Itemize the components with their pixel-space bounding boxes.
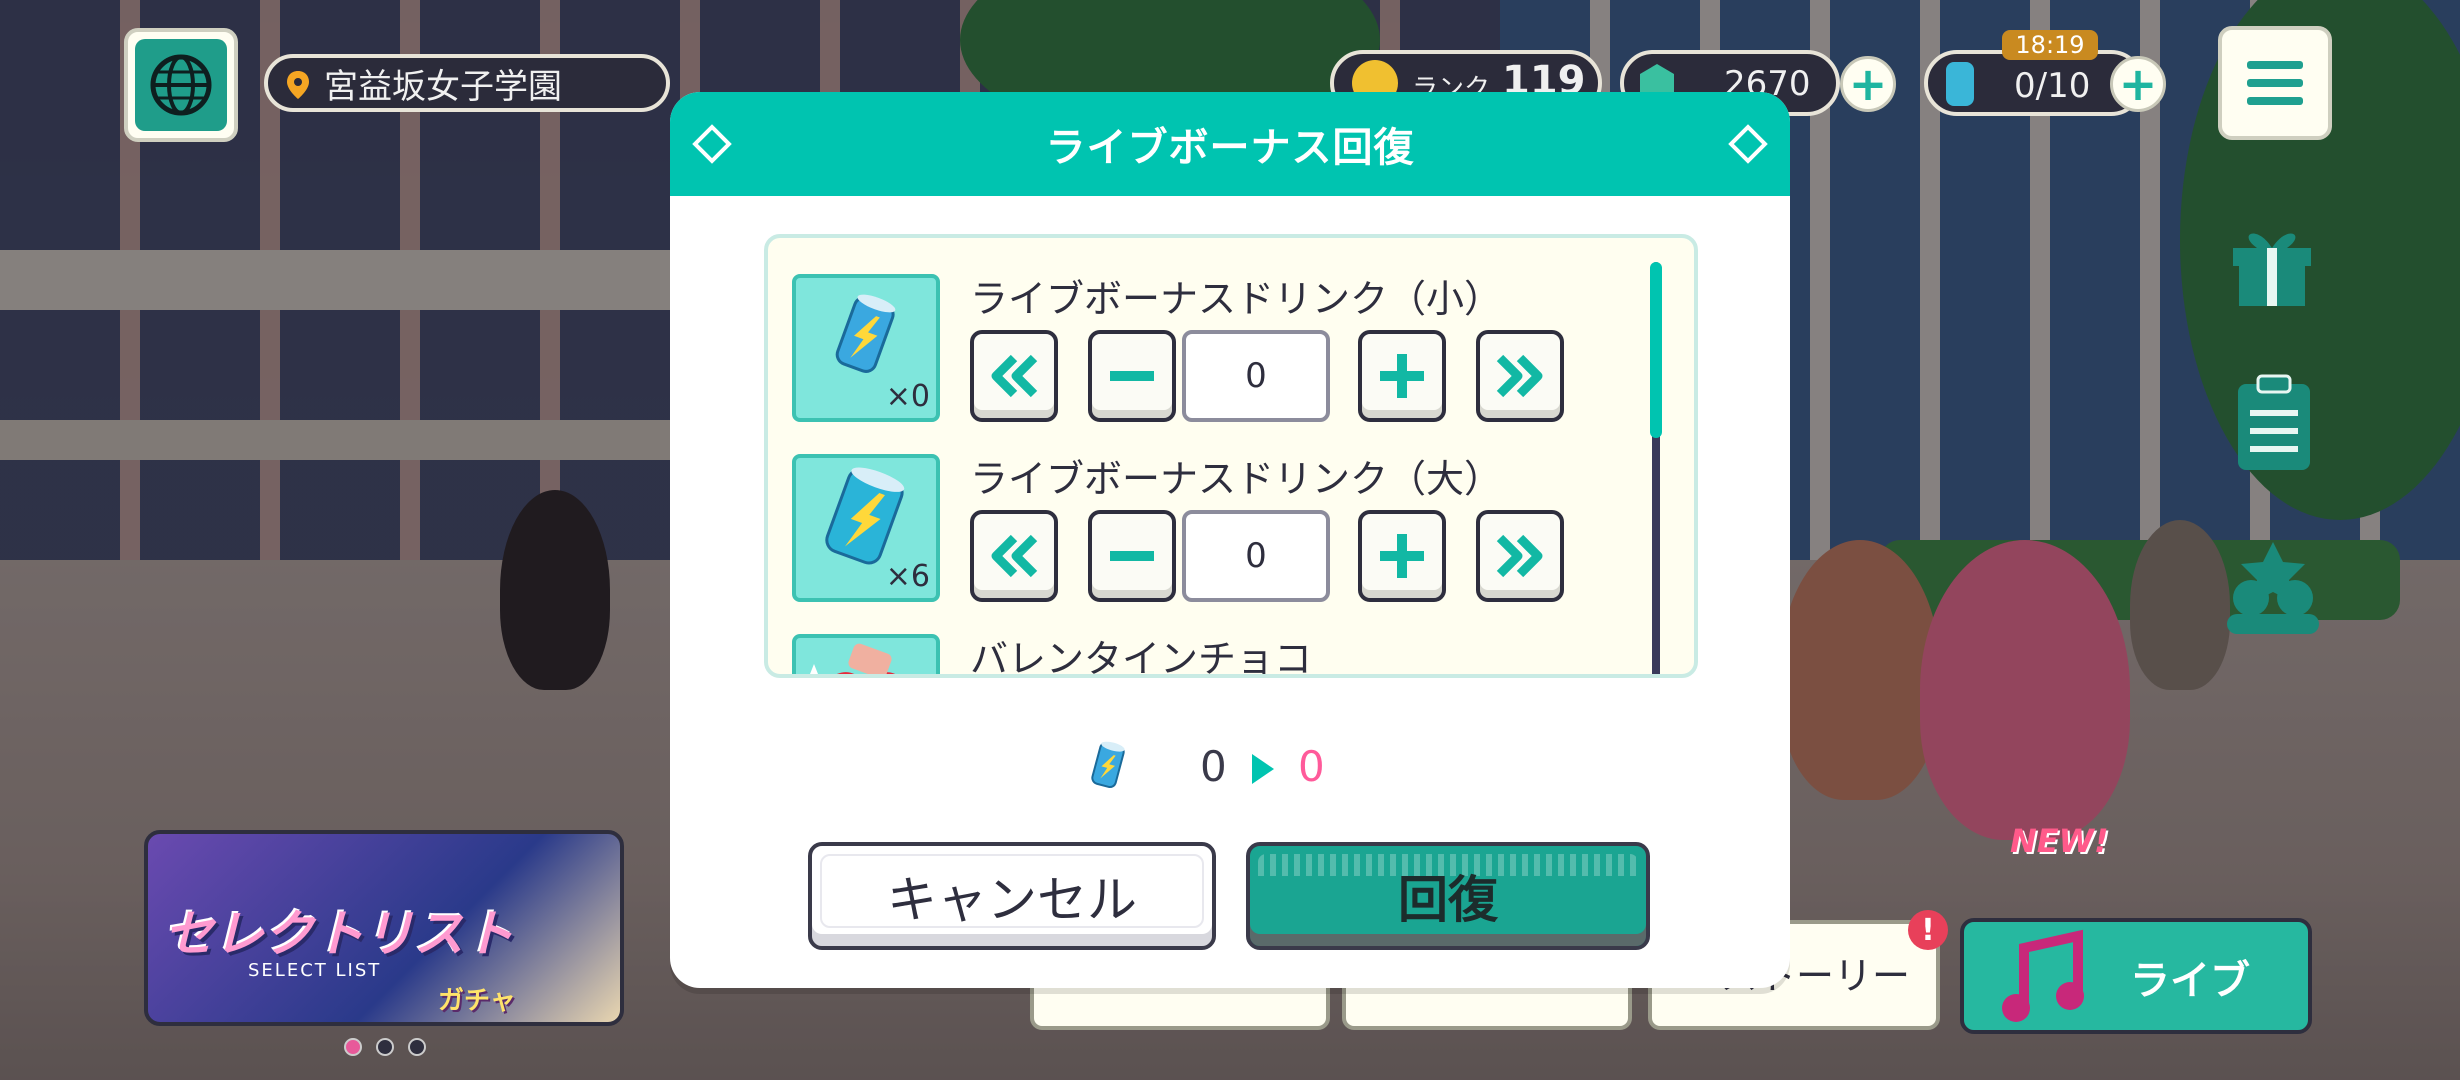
location-pin-icon	[287, 71, 309, 99]
max-quantity-button[interactable]	[1476, 330, 1564, 422]
double-chevron-left-icon	[991, 354, 1038, 398]
list-item: ×0 ライブボーナスドリンク（小） 0	[792, 274, 1632, 434]
increment-button[interactable]	[1358, 330, 1446, 422]
add-crystal-button[interactable]: +	[1840, 56, 1896, 112]
friends-icon	[2227, 542, 2319, 634]
decrement-button[interactable]	[1088, 330, 1176, 422]
location-name: 宮益坂女子学園	[324, 66, 562, 107]
add-bonus-button[interactable]: +	[2110, 56, 2166, 112]
banner-dot[interactable]	[408, 1038, 426, 1056]
present-box-button[interactable]	[2224, 214, 2320, 310]
live-bonus-count: 0/10	[2014, 66, 2091, 106]
item-thumbnail: ×0	[792, 274, 940, 422]
gift-icon	[2233, 233, 2311, 306]
world-map-button[interactable]	[124, 28, 238, 142]
header-diamond-icon	[692, 124, 732, 164]
banner-gacha-label: ガチャ	[438, 986, 516, 1016]
double-chevron-left-icon	[991, 534, 1038, 578]
clipboard-icon	[2238, 374, 2310, 470]
bonus-current-value: 0	[1200, 742, 1227, 791]
missions-button[interactable]	[2226, 374, 2322, 472]
story-alert-badge: !	[1908, 910, 1948, 950]
item-thumbnail: ×6	[792, 454, 940, 602]
minus-icon	[1110, 551, 1154, 561]
banner-title: セレクトリスト	[164, 905, 514, 963]
double-chevron-right-icon	[1496, 354, 1543, 398]
plus-icon	[1380, 354, 1424, 398]
max-quantity-button[interactable]	[1476, 510, 1564, 602]
valentine-chocolate-icon	[800, 643, 895, 674]
location-label: 宮益坂女子学園	[264, 54, 670, 112]
dialog-header: ライブボーナス回復	[670, 92, 1790, 196]
item-name: ライブボーナスドリンク（大）	[970, 457, 1503, 501]
list-item: バレンタインチョコ	[792, 634, 1632, 674]
min-quantity-button[interactable]	[970, 330, 1058, 422]
list-item: ×6 ライブボーナスドリンク（大） 0	[792, 454, 1632, 614]
item-name: ライブボーナスドリンク（小）	[970, 277, 1503, 321]
live-label: ライブ	[2130, 958, 2250, 1004]
item-list[interactable]: ×0 ライブボーナスドリンク（小） 0 ×6 ライブボーナスドリンク（大） 0 …	[764, 234, 1698, 678]
arrow-right-icon	[1252, 754, 1274, 784]
increment-button[interactable]	[1358, 510, 1446, 602]
minus-icon	[1110, 371, 1154, 381]
bonus-drink-icon	[1946, 62, 1974, 106]
hamburger-menu-icon	[2247, 61, 2303, 105]
main-menu-button[interactable]	[2218, 26, 2332, 140]
new-tag: NEW!	[2010, 822, 2109, 860]
bonus-result-value: 0	[1298, 742, 1325, 791]
recover-button[interactable]: 回復	[1246, 842, 1650, 950]
live-bonus-recovery-dialog: ライブボーナス回復 ×0 ライブボーナスドリンク（小） 0 ×6 ライブボーナス…	[670, 92, 1790, 988]
double-chevron-right-icon	[1496, 534, 1543, 578]
bonus-result-row: 0 0	[670, 738, 1790, 798]
owned-count: ×0	[885, 379, 930, 414]
bonus-drink-icon	[1091, 741, 1125, 789]
bonus-timer: 18:19	[2002, 30, 2098, 60]
item-name: バレンタインチョコ	[970, 637, 1313, 678]
banner-dot-active[interactable]	[344, 1038, 362, 1056]
banner-subtitle: SELECT LIST	[248, 960, 382, 981]
scrollbar-thumb[interactable]	[1650, 262, 1662, 438]
dialog-title: ライブボーナス回復	[1045, 125, 1415, 171]
friends-button[interactable]	[2218, 540, 2328, 636]
owned-count: ×6	[885, 559, 930, 594]
plus-icon	[1380, 534, 1424, 578]
header-diamond-icon	[1728, 124, 1768, 164]
globe-icon	[150, 54, 212, 116]
quantity-field[interactable]: 0	[1182, 330, 1330, 422]
recover-button-label: 回復	[1398, 871, 1498, 929]
decrement-button[interactable]	[1088, 510, 1176, 602]
banner-dot[interactable]	[376, 1038, 394, 1056]
quantity-field[interactable]: 0	[1182, 510, 1330, 602]
banner-pagination	[344, 1038, 426, 1056]
music-note-icon	[2002, 929, 2084, 1022]
cancel-button[interactable]: キャンセル	[808, 842, 1216, 950]
item-thumbnail	[792, 634, 940, 674]
cancel-button-label: キャンセル	[887, 871, 1137, 929]
min-quantity-button[interactable]	[970, 510, 1058, 602]
gacha-banner[interactable]: セレクトリスト SELECT LIST ガチャ	[144, 830, 624, 1026]
